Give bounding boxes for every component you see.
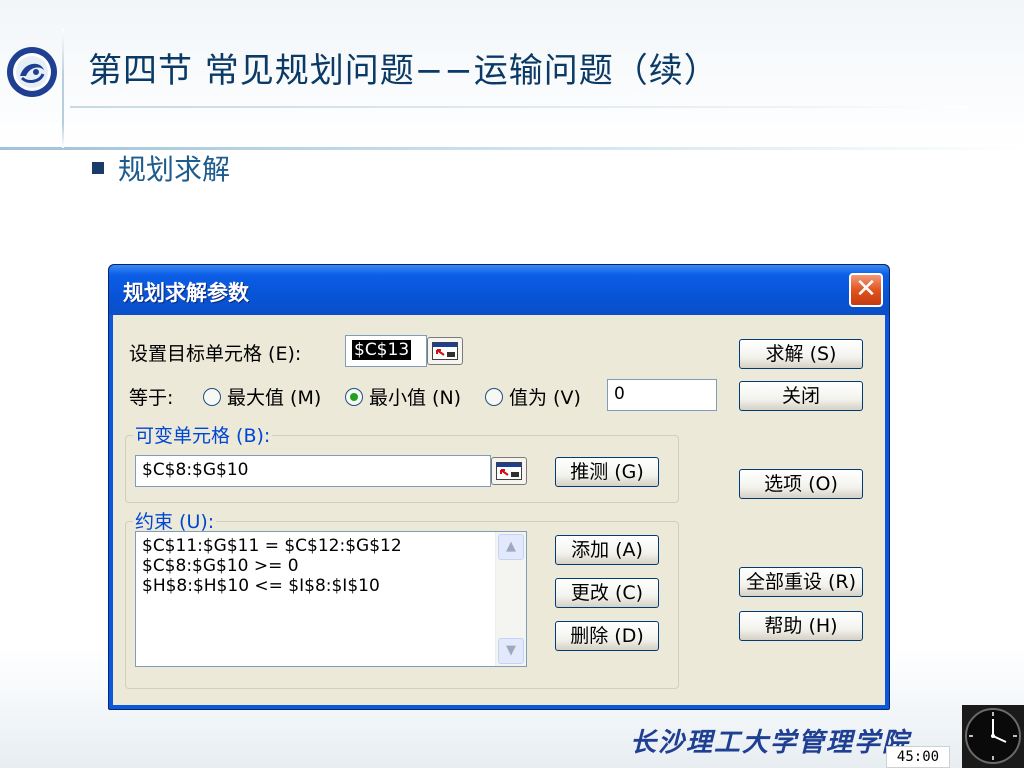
dialog-titlebar[interactable]: 规划求解参数 ✕ <box>109 265 889 315</box>
target-cell-reference-button[interactable] <box>427 337 463 365</box>
target-cell-input[interactable]: $C$13 <box>345 335 427 367</box>
radio-value[interactable]: 值为 (V) <box>485 383 581 410</box>
constraints-listbox[interactable]: $C$11:$G$11 = $C$12:$G$12 $C$8:$G$10 >= … <box>135 531 527 667</box>
radio-min-circle[interactable] <box>345 387 363 406</box>
constraint-item[interactable]: $C$11:$G$11 = $C$12:$G$12 <box>142 536 402 556</box>
cell-reference-icon <box>432 342 458 360</box>
timer-display: 45:00 <box>886 746 950 768</box>
dialog-title: 规划求解参数 <box>123 281 249 305</box>
scroll-up-icon[interactable]: ▲ <box>498 534 524 560</box>
changing-cells-input[interactable]: $C$8:$G$10 <box>135 455 491 487</box>
guess-button[interactable]: 推测 (G) <box>555 457 659 487</box>
help-button[interactable]: 帮助 (H) <box>739 611 863 641</box>
radio-min-label: 最小值 (N) <box>369 387 462 409</box>
radio-min[interactable]: 最小值 (N) <box>345 383 461 410</box>
target-cell-value: $C$13 <box>352 340 412 360</box>
radio-value-circle[interactable] <box>485 387 503 406</box>
target-cell-label: 设置目标单元格 (E): <box>129 343 302 365</box>
solve-button[interactable]: 求解 (S) <box>739 339 863 369</box>
close-button[interactable]: 关闭 <box>739 381 863 411</box>
constraints-scrollbar[interactable]: ▲ ▼ <box>495 532 526 666</box>
bullet-square-icon <box>92 162 104 174</box>
changing-cells-reference-button[interactable] <box>491 457 527 485</box>
radio-max-label: 最大值 (M) <box>227 387 322 409</box>
clock-icon <box>962 705 1024 768</box>
cell-reference-icon <box>496 462 522 480</box>
scroll-down-icon[interactable]: ▼ <box>498 638 524 664</box>
change-button[interactable]: 更改 (C) <box>555 578 659 608</box>
bullet-item: 规划求解 <box>92 148 230 188</box>
value-of-input[interactable]: 0 <box>607 379 717 411</box>
dialog-body: 设置目标单元格 (E): $C$13 等于: 最大值 (M) 最小值 (N) 值… <box>113 315 885 705</box>
options-button[interactable]: 选项 (O) <box>739 469 863 499</box>
footer-institution: 长沙理工大学管理学院 <box>630 728 911 758</box>
constraint-item[interactable]: $C$8:$G$10 >= 0 <box>142 556 299 576</box>
university-logo <box>6 46 58 98</box>
solver-parameters-dialog: 规划求解参数 ✕ 设置目标单元格 (E): $C$13 等于: 最大值 (M) … <box>108 264 890 710</box>
constraint-item[interactable]: $H$8:$H$10 <= $I$8:$I$10 <box>142 576 380 596</box>
radio-max-circle[interactable] <box>203 387 221 406</box>
radio-value-label: 值为 (V) <box>509 387 581 409</box>
add-button[interactable]: 添加 (A) <box>555 535 659 565</box>
reset-all-button[interactable]: 全部重设 (R) <box>739 567 863 597</box>
constraints-label: 约束 (U): <box>133 507 217 534</box>
close-icon[interactable]: ✕ <box>849 273 883 307</box>
delete-button[interactable]: 删除 (D) <box>555 621 659 651</box>
bullet-text: 规划求解 <box>118 153 231 186</box>
radio-max[interactable]: 最大值 (M) <box>203 383 321 410</box>
slide-title: 第四节 常见规划问题−−运输问题（续） <box>88 51 719 91</box>
changing-cells-label: 可变单元格 (B): <box>133 421 273 448</box>
title-underline <box>70 106 970 108</box>
logo-divider <box>62 28 64 148</box>
equal-to-label: 等于: <box>129 387 174 409</box>
